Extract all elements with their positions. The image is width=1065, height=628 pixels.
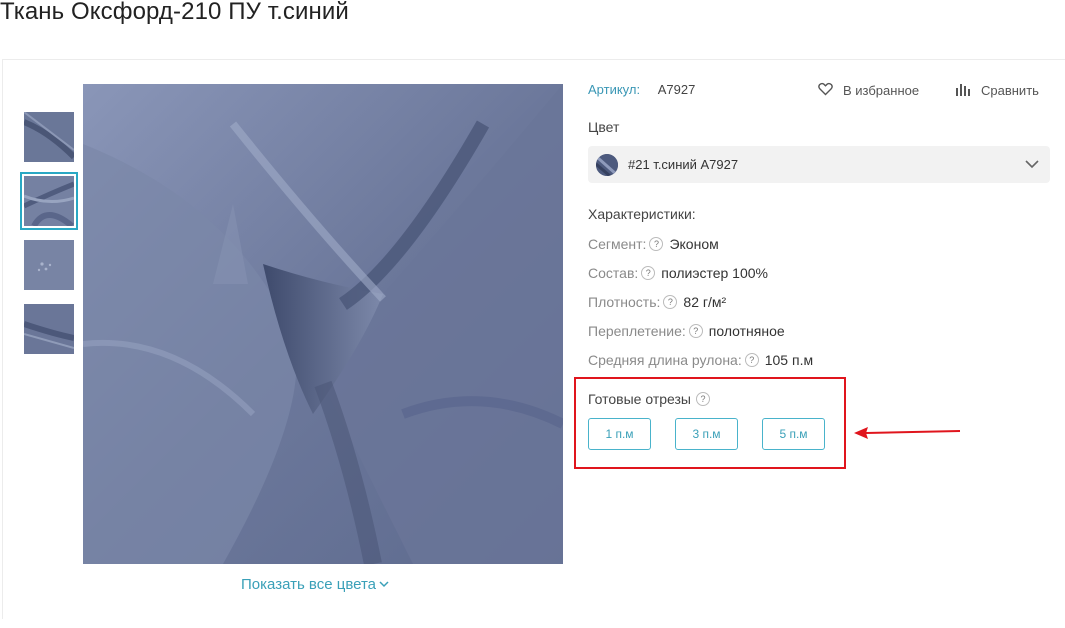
chevron-down-icon [379,579,389,591]
page-title: Ткань Оксфорд-210 ПУ т.синий [0,0,349,25]
char-key: Сегмент: [588,236,647,252]
color-select-value: #21 т.синий A7927 [628,157,739,172]
char-row-weave: Переплетение: ? полотняное [588,323,785,339]
cut-option-button[interactable]: 5 п.м [762,418,825,450]
cut-option-button[interactable]: 1 п.м [588,418,651,450]
char-value: полиэстер 100% [661,265,768,281]
characteristics-title: Характеристики: [588,206,696,222]
char-row-density: Плотность: ? 82 г/м² [588,294,726,310]
product-main-image[interactable] [83,84,563,564]
compare-label: Сравнить [981,83,1039,98]
char-row-segment: Сегмент: ? Эконом [588,236,719,252]
char-value: 105 п.м [764,352,814,368]
thumbnail-3[interactable] [24,240,74,290]
arrow-annotation-icon [852,424,962,445]
thumbnail-4[interactable] [24,304,74,354]
chevron-down-icon [1024,156,1040,177]
compare-bars-icon [955,82,971,99]
color-swatch [596,153,618,176]
add-to-favorites-button[interactable]: В избранное [818,82,919,99]
char-row-composition: Состав: ? полиэстер 100% [588,265,768,281]
char-key: Плотность: [588,294,661,310]
ready-cuts-label: Готовые отрезы [588,391,691,407]
char-key: Средняя длина рулона: [588,352,742,368]
show-all-colors-link[interactable]: Показать все цвета [241,576,389,593]
char-key: Состав: [588,265,639,281]
thumbnail-1[interactable] [24,112,74,162]
favorites-label: В избранное [843,83,920,98]
help-icon[interactable]: ? [663,295,678,309]
show-all-colors-label: Показать все цвета [241,576,377,593]
ready-cuts-title: Готовые отрезы ? [588,391,716,407]
help-icon[interactable]: ? [744,353,759,367]
help-icon[interactable]: ? [688,324,703,338]
color-label: Цвет [588,119,620,135]
char-key: Переплетение: [588,323,686,339]
char-value: 82 г/м² [683,294,727,310]
compare-button[interactable]: Сравнить [955,82,1039,99]
char-value: полотняное [708,323,785,339]
sku-value: A7927 [657,82,696,97]
help-icon[interactable]: ? [641,266,656,280]
sku: Артикул: A7927 [588,82,695,97]
help-icon[interactable]: ? [695,392,710,406]
char-value: Эконом [669,236,719,252]
sku-label: Артикул: [588,82,641,97]
heart-icon [818,82,833,99]
cut-option-button[interactable]: 3 п.м [675,418,738,450]
color-select[interactable]: #21 т.синий A7927 [588,146,1050,183]
char-row-roll-length: Средняя длина рулона: ? 105 п.м [588,352,813,368]
thumbnail-2[interactable] [20,172,78,230]
help-icon[interactable]: ? [649,237,664,251]
